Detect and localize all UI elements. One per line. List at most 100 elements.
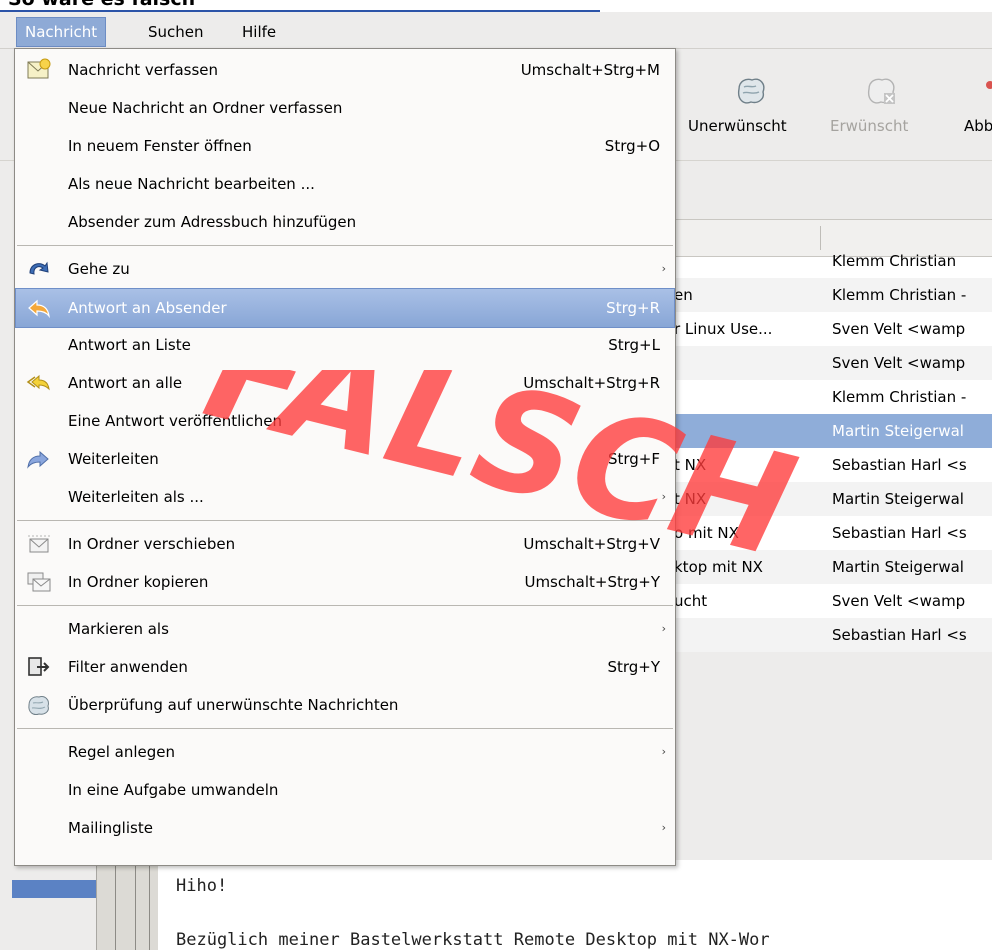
menu-item[interactable]: Weiterleiten Strg+F xyxy=(16,440,674,478)
toolbar-cut-button[interactable]: Abb xyxy=(956,49,992,159)
wanted-button[interactable]: Erwünscht xyxy=(830,49,942,159)
table-row[interactable]: Sebastian Harl <s xyxy=(674,618,992,652)
menu-item-label: Eine Antwort veröffentlichen xyxy=(68,412,282,430)
junk-icon xyxy=(737,78,765,104)
menu-item[interactable]: Weiterleiten als ... › xyxy=(16,478,674,516)
table-row[interactable]: Klemm Christian - xyxy=(674,380,992,414)
submenu-arrow-icon: › xyxy=(661,262,666,275)
forward-icon xyxy=(26,447,52,471)
menu-item[interactable]: Regel anlegen › xyxy=(16,733,674,771)
menu-item-label: In neuem Fenster öffnen xyxy=(68,137,252,155)
menu-item-label: Überprüfung auf unerwünschte Nachrichten xyxy=(68,696,399,714)
menu-item-label: Absender zum Adressbuch hinzufügen xyxy=(68,213,357,231)
menu-item[interactable]: Markieren als › xyxy=(16,610,674,648)
menubar-hilfe[interactable]: Hilfe xyxy=(234,18,284,46)
menu-item[interactable]: Als neue Nachricht bearbeiten ... xyxy=(16,165,674,203)
menu-item-label: Als neue Nachricht bearbeiten ... xyxy=(68,175,315,193)
row-subject: ucht xyxy=(674,592,708,610)
preview-line-2: Bezüglich meiner Bastelwerkstatt Remote … xyxy=(176,930,770,950)
message-list: Klemm Christian en Klemm Christian - r Linu… xyxy=(674,219,992,652)
table-row[interactable]: Martin Steigerwal xyxy=(674,414,992,448)
table-row[interactable]: t NX Martin Steigerwal xyxy=(674,482,992,516)
menu-item-label: Antwort an alle xyxy=(68,374,183,392)
table-row[interactable]: en Klemm Christian - xyxy=(674,278,992,312)
menu-item[interactable]: Nachricht verfassen Umschalt+Strg+M xyxy=(16,51,674,89)
menu-separator xyxy=(17,728,673,729)
message-preview: Hiho! Bezüglich meiner Bastelwerkstatt R… xyxy=(158,860,992,950)
compose-icon xyxy=(26,58,52,82)
menu-item-label: Antwort an Absender xyxy=(68,299,227,317)
menu-item-accelerator: Strg+F xyxy=(607,450,660,468)
table-row[interactable]: o mit NX Sebastian Harl <s xyxy=(674,516,992,550)
row-subject: t NX xyxy=(674,456,707,474)
menu-item-label: In eine Aufgabe umwandeln xyxy=(68,781,279,799)
copy-to-folder-icon xyxy=(26,570,52,594)
table-row[interactable]: ktop mit NX Martin Steigerwal xyxy=(674,550,992,584)
submenu-arrow-icon: › xyxy=(661,622,666,635)
reply-icon xyxy=(26,296,52,320)
menu-item[interactable]: Filter anwenden Strg+Y xyxy=(16,648,674,686)
table-row[interactable]: t NX Sebastian Harl <s xyxy=(674,448,992,482)
menu-item-accelerator: Umschalt+Strg+R xyxy=(523,374,660,392)
stop-icon xyxy=(986,81,992,89)
row-sender: Martin Steigerwal xyxy=(832,490,964,508)
menu-item-accelerator: Strg+O xyxy=(604,137,660,155)
menu-item[interactable]: In Ordner verschieben Umschalt+Strg+V xyxy=(16,525,674,563)
menu-item[interactable]: In neuem Fenster öffnen Strg+O xyxy=(16,127,674,165)
preview-line-1: Hiho! xyxy=(176,876,228,896)
menu-item[interactable]: Mailingliste › xyxy=(16,809,674,847)
menu-item-label: Filter anwenden xyxy=(68,658,188,676)
menu-item-label: Nachricht verfassen xyxy=(68,61,219,79)
caption-bold: falsch xyxy=(131,0,195,10)
wanted-label: Erwünscht xyxy=(830,117,909,135)
menu-item-label: In Ordner kopieren xyxy=(68,573,209,591)
menu-item-accelerator: Umschalt+Strg+M xyxy=(520,61,660,79)
menu-item[interactable]: In eine Aufgabe umwandeln xyxy=(16,771,674,809)
nachricht-menu: Nachricht verfassen Umschalt+Strg+M Neue N… xyxy=(14,48,676,866)
row-sender: Sebastian Harl <s xyxy=(832,626,967,644)
folder-pane-selection[interactable] xyxy=(12,880,108,898)
menu-item[interactable]: Neue Nachricht an Ordner verfassen xyxy=(16,89,674,127)
menu-item[interactable]: Absender zum Adressbuch hinzufügen xyxy=(16,203,674,241)
move-to-folder-icon xyxy=(26,532,52,556)
menu-item-accelerator: Umschalt+Strg+V xyxy=(523,535,660,553)
menu-item-accelerator: Strg+L xyxy=(608,336,660,354)
menu-item-label: Neue Nachricht an Ordner verfassen xyxy=(68,99,343,117)
menubar-suchen-label: Suchen xyxy=(148,23,204,41)
menubar-suchen[interactable]: Suchen xyxy=(140,18,212,46)
row-subject: r Linux Use... xyxy=(674,320,773,338)
menu-item[interactable]: Antwort an Liste Strg+L xyxy=(16,326,674,364)
unwanted-label: Unerwünscht xyxy=(688,117,787,135)
pane-splitter[interactable] xyxy=(96,860,159,950)
menubar-nachricht[interactable]: Nachricht xyxy=(16,17,107,47)
menu-item-accelerator: Umschalt+Strg+Y xyxy=(524,573,660,591)
table-row[interactable]: ucht Sven Velt <wamp xyxy=(674,584,992,618)
menu-item-label: Weiterleiten als ... xyxy=(68,488,204,506)
menu-item[interactable]: Antwort an alle Umschalt+Strg+R xyxy=(16,364,674,402)
submenu-arrow-icon: › xyxy=(661,490,666,503)
menu-item[interactable]: Überprüfung auf unerwünschte Nachrichten xyxy=(16,686,674,724)
menu-item[interactable]: Antwort an Absender Strg+R xyxy=(15,288,675,328)
row-sender: Klemm Christian - xyxy=(832,388,967,406)
menu-item-label: Mailingliste xyxy=(68,819,153,837)
table-row[interactable]: Klemm Christian xyxy=(674,244,992,278)
table-row[interactable]: r Linux Use... Sven Velt <wamp xyxy=(674,312,992,346)
row-sender: Martin Steigerwal xyxy=(832,422,964,440)
menu-item-label: Gehe zu xyxy=(68,260,130,278)
menu-item[interactable]: In Ordner kopieren Umschalt+Strg+Y xyxy=(16,563,674,601)
unwanted-button[interactable]: Unerwünscht xyxy=(688,49,814,159)
menu-item[interactable]: Eine Antwort veröffentlichen xyxy=(16,402,674,440)
row-sender: Sebastian Harl <s xyxy=(832,456,967,474)
menubar-nachricht-label: Nachricht xyxy=(25,23,98,41)
row-sender: Sven Velt <wamp xyxy=(832,592,966,610)
menu-separator xyxy=(17,520,673,521)
table-row[interactable]: Sven Velt <wamp xyxy=(674,346,992,380)
menu-separator xyxy=(17,245,673,246)
filter-icon xyxy=(26,655,52,679)
menu-item-accelerator: Strg+Y xyxy=(607,658,660,676)
submenu-arrow-icon: › xyxy=(661,745,666,758)
menu-item-label: Regel anlegen xyxy=(68,743,176,761)
row-subject: ktop mit NX xyxy=(674,558,763,576)
menu-item[interactable]: Gehe zu › xyxy=(16,250,674,288)
menu-item-label: Antwort an Liste xyxy=(68,336,191,354)
